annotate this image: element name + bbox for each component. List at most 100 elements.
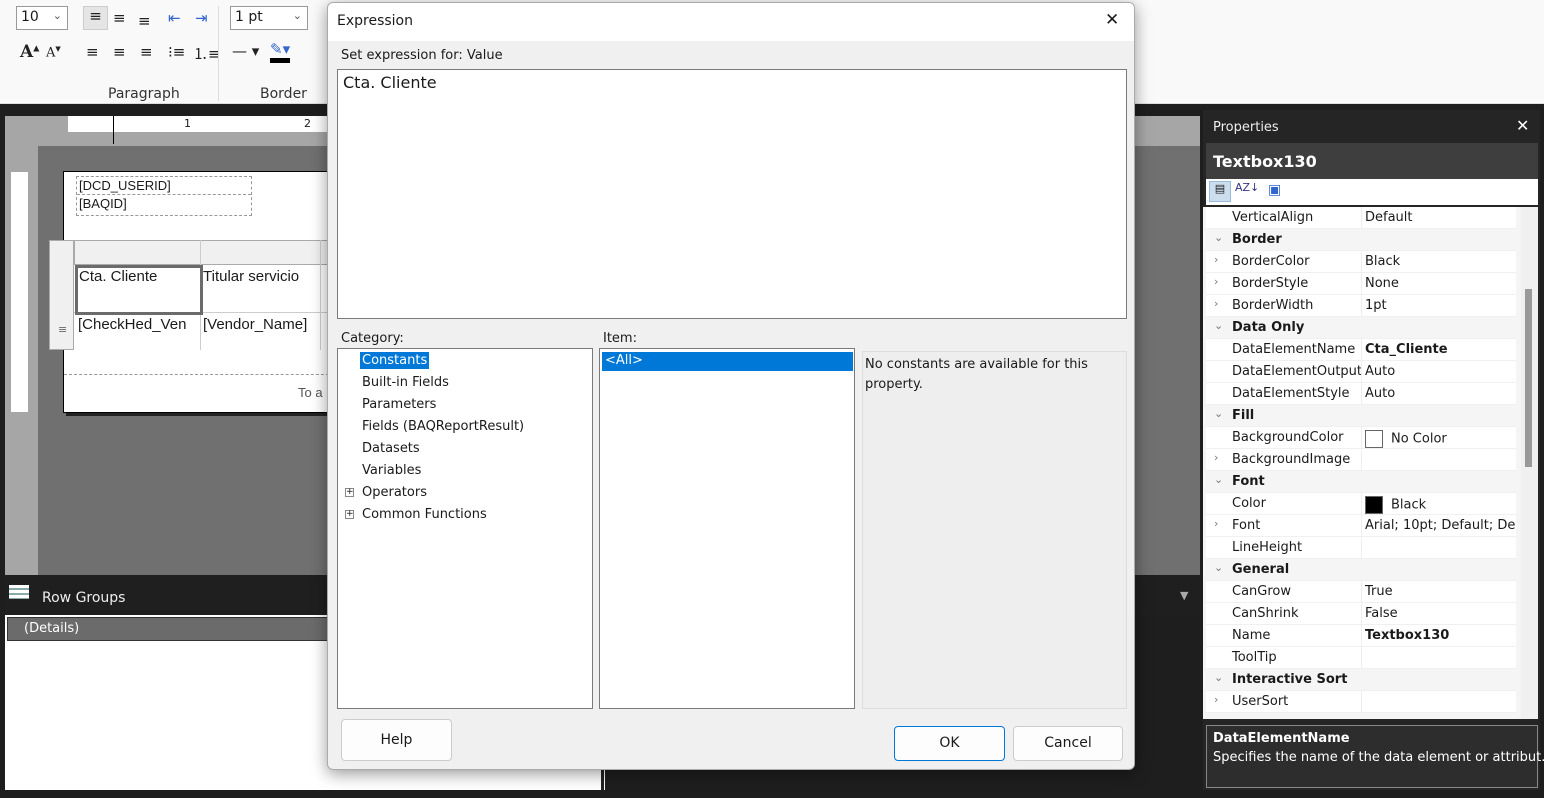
property-value[interactable]: No Color: [1365, 430, 1515, 448]
property-pages-icon[interactable]: ▣: [1268, 182, 1281, 198]
cell-vendor-name[interactable]: [Vendor_Name]: [203, 316, 319, 333]
category-operators[interactable]: Operators: [362, 485, 427, 500]
property-category[interactable]: ⌄ General: [1206, 559, 1516, 581]
expression-input[interactable]: Cta. Cliente: [337, 69, 1127, 319]
decrease-indent-icon[interactable]: ⇤: [168, 9, 181, 27]
expand-icon[interactable]: +: [345, 488, 354, 497]
property-row[interactable]: ToolTip: [1206, 647, 1516, 669]
property-row[interactable]: LineHeight: [1206, 537, 1516, 559]
header-field-userid[interactable]: [DCD_USERID]: [77, 177, 251, 195]
border-color-icon[interactable]: ✎▾: [270, 40, 291, 63]
property-row[interactable]: DataElementName Cta_Cliente: [1206, 339, 1516, 361]
collapse-icon[interactable]: ⌄: [1214, 407, 1223, 420]
property-row[interactable]: BackgroundColor No Color: [1206, 427, 1516, 449]
collapse-icon[interactable]: ⌄: [1214, 473, 1223, 486]
item-list[interactable]: <All>: [599, 348, 855, 709]
property-row[interactable]: DataElementStyle Auto: [1206, 383, 1516, 405]
tablix[interactable]: ≡ Cta. Cliente Titular servicio [CheckHe…: [49, 240, 329, 350]
property-category[interactable]: ⌄ Interactive Sort: [1206, 669, 1516, 691]
property-value[interactable]: True: [1365, 584, 1515, 599]
font-size-combo[interactable]: 10 ⌄: [16, 6, 68, 30]
property-row[interactable]: Name Textbox130: [1206, 625, 1516, 647]
property-value[interactable]: Textbox130: [1365, 628, 1515, 643]
help-button[interactable]: Help: [341, 719, 452, 761]
category-fields[interactable]: Fields (BAQReportResult): [362, 419, 524, 434]
property-row[interactable]: Color Black: [1206, 493, 1516, 515]
sort-alpha-icon[interactable]: AZ↓: [1235, 181, 1259, 194]
property-value[interactable]: Auto: [1365, 364, 1515, 379]
property-value[interactable]: Arial; 10pt; Default; Default: [1365, 518, 1515, 533]
header-field-baqid[interactable]: [BAQID]: [77, 195, 251, 212]
header-textbox-group[interactable]: [DCD_USERID] [BAQID]: [76, 176, 252, 216]
category-variables[interactable]: Variables: [362, 463, 421, 478]
cancel-button[interactable]: Cancel: [1013, 726, 1123, 761]
category-datasets[interactable]: Datasets: [362, 441, 420, 456]
property-row[interactable]: CanShrink False: [1206, 603, 1516, 625]
expand-icon[interactable]: ›: [1214, 253, 1218, 266]
cell-titular-servicio[interactable]: Titular servicio: [203, 268, 321, 285]
border-width-combo[interactable]: 1 pt ⌄: [230, 6, 308, 30]
property-row[interactable]: › BorderStyle None: [1206, 273, 1516, 295]
categorized-icon[interactable]: ▤: [1209, 181, 1231, 202]
row-handle-icon[interactable]: ≡: [58, 323, 67, 336]
align-right-icon[interactable]: ≡: [140, 43, 153, 61]
align-bottom-icon[interactable]: ≡: [138, 12, 151, 30]
category-common-functions[interactable]: Common Functions: [362, 507, 487, 522]
property-name: Color: [1232, 496, 1266, 511]
property-category[interactable]: ⌄ Data Only: [1206, 317, 1516, 339]
close-icon[interactable]: ✕: [1105, 10, 1119, 30]
property-value[interactable]: None: [1365, 276, 1515, 291]
border-style-icon[interactable]: — ▾: [232, 42, 259, 60]
property-value[interactable]: False: [1365, 606, 1515, 621]
dropdown-arrow-icon[interactable]: ▼: [1180, 589, 1188, 602]
property-value[interactable]: 1pt: [1365, 298, 1515, 313]
numbered-list-icon[interactable]: ⒈≡: [193, 43, 221, 64]
expand-icon[interactable]: ›: [1214, 275, 1218, 288]
shrink-font-icon[interactable]: A▼: [46, 45, 61, 60]
item-all[interactable]: <All>: [602, 352, 853, 371]
property-row[interactable]: DataElementOutput Auto: [1206, 361, 1516, 383]
property-value[interactable]: Default: [1365, 210, 1515, 225]
expand-icon[interactable]: ›: [1214, 451, 1218, 464]
align-middle-icon[interactable]: ≡: [113, 9, 126, 27]
property-value[interactable]: Black: [1365, 496, 1515, 514]
collapse-icon[interactable]: ⌄: [1214, 671, 1223, 684]
ok-button[interactable]: OK: [894, 726, 1005, 761]
category-constants[interactable]: Constants: [360, 352, 430, 369]
category-tree[interactable]: Constants Built-in Fields Parameters Fie…: [337, 348, 593, 709]
property-row[interactable]: › Font Arial; 10pt; Default; Default: [1206, 515, 1516, 537]
category-parameters[interactable]: Parameters: [362, 397, 436, 412]
property-value[interactable]: Cta_Cliente: [1365, 342, 1515, 357]
collapse-icon[interactable]: ⌄: [1214, 319, 1223, 332]
close-icon[interactable]: ✕: [1516, 116, 1529, 135]
property-row[interactable]: › BorderColor Black: [1206, 251, 1516, 273]
property-value[interactable]: Auto: [1365, 386, 1515, 401]
property-category[interactable]: ⌄ Fill: [1206, 405, 1516, 427]
collapse-icon[interactable]: ⌄: [1214, 231, 1223, 244]
property-row[interactable]: › UserSort: [1206, 691, 1516, 713]
property-row[interactable]: › BackgroundImage: [1206, 449, 1516, 471]
category-built-in-fields[interactable]: Built-in Fields: [362, 375, 449, 390]
property-row[interactable]: › BorderWidth 1pt: [1206, 295, 1516, 317]
property-row[interactable]: VerticalAlign Default: [1206, 207, 1516, 229]
expand-icon[interactable]: ›: [1214, 297, 1218, 310]
align-top-icon[interactable]: ≡: [83, 6, 108, 30]
grow-font-icon[interactable]: A▲: [20, 42, 39, 62]
cell-checkhed-ven[interactable]: [CheckHed_Ven: [78, 316, 200, 333]
align-center-icon[interactable]: ≡: [113, 43, 126, 61]
align-left-icon[interactable]: ≡: [86, 43, 99, 61]
expand-icon[interactable]: ›: [1214, 693, 1218, 706]
expand-icon[interactable]: ›: [1214, 517, 1218, 530]
property-row[interactable]: CanGrow True: [1206, 581, 1516, 603]
properties-scrollbar[interactable]: [1521, 207, 1538, 719]
property-category[interactable]: ⌄ Border: [1206, 229, 1516, 251]
expand-icon[interactable]: +: [345, 510, 354, 519]
bullet-list-icon[interactable]: ⁝≡: [168, 43, 185, 61]
property-name: CanShrink: [1232, 606, 1299, 621]
collapse-icon[interactable]: ⌄: [1214, 561, 1223, 574]
cell-cta-cliente[interactable]: Cta. Cliente: [75, 265, 203, 315]
property-value[interactable]: Black: [1365, 254, 1515, 269]
property-category[interactable]: ⌄ Font: [1206, 471, 1516, 493]
increase-indent-icon[interactable]: ⇥: [195, 9, 208, 27]
vertical-ruler: [11, 172, 28, 412]
